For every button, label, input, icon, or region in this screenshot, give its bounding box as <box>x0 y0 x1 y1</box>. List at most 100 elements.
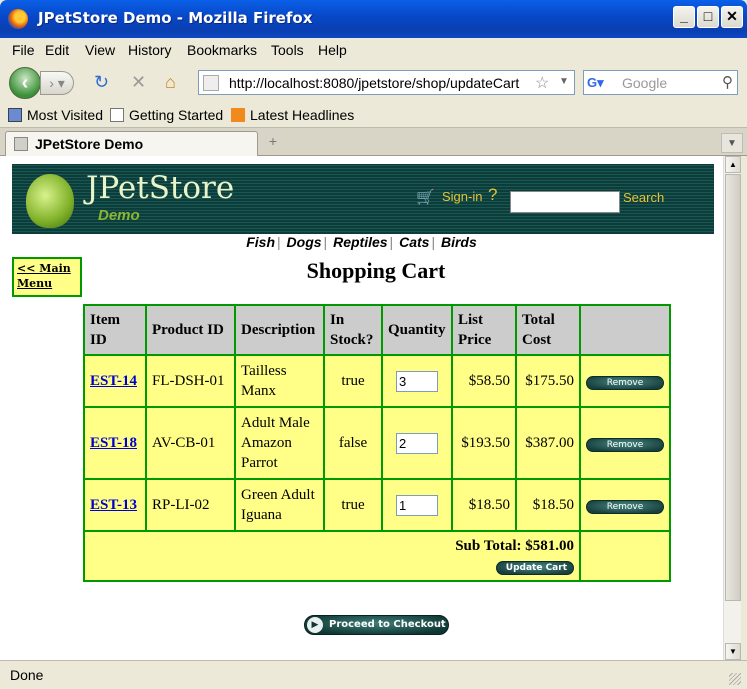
url-bar[interactable]: http://localhost:8080/jpetstore/shop/upd… <box>198 70 575 95</box>
play-arrow-icon: ▶ <box>307 617 323 633</box>
item-link[interactable]: EST-13 <box>90 497 137 513</box>
bookmark-latest-headlines[interactable]: Latest Headlines <box>231 107 354 123</box>
help-icon[interactable]: ? <box>488 185 497 205</box>
header-actions <box>579 304 671 356</box>
description: Green Adult Iguana <box>234 478 325 532</box>
header-product-id: Product ID <box>145 304 236 356</box>
store-header: JPetStore Demo 🛒 Sign-in ? Search <box>12 164 714 234</box>
page-content: JPetStore Demo 🛒 Sign-in ? Search Fish | … <box>0 156 723 660</box>
signin-link[interactable]: Sign-in <box>442 189 482 204</box>
tab-bar: JPetStore Demo + ▼ <box>0 128 747 156</box>
google-icon[interactable]: G▾ <box>587 75 605 91</box>
list-price: $193.50 <box>451 406 517 480</box>
header-quantity: Quantity <box>381 304 453 356</box>
total-cost: $18.50 <box>515 478 581 532</box>
total-cost: $387.00 <box>515 406 581 480</box>
list-price: $18.50 <box>451 478 517 532</box>
subtotal: Sub Total: $581.00 <box>455 538 574 554</box>
menu-help[interactable]: Help <box>318 42 347 58</box>
menu-bookmarks[interactable]: Bookmarks <box>187 42 257 58</box>
quantity-input[interactable] <box>396 370 438 392</box>
search-icon[interactable]: ⚲ <box>722 73 733 91</box>
bookmark-star-icon[interactable]: ☆ <box>535 73 549 93</box>
category-dogs[interactable]: Dogs <box>285 234 324 250</box>
category-nav: Fish | Dogs | Reptiles | Cats | Birds <box>244 234 479 250</box>
remove-button[interactable]: Remove <box>586 500 664 514</box>
remove-button[interactable]: Remove <box>586 376 664 390</box>
description: Adult Male Amazon Parrot <box>234 406 325 480</box>
product-id: RP-LI-02 <box>145 478 236 532</box>
header-description: Description <box>234 304 325 356</box>
home-icon[interactable]: ⌂ <box>165 72 176 92</box>
bookmark-most-visited[interactable]: Most Visited <box>8 107 103 123</box>
cart-header-row: Item ID Product ID Description In Stock?… <box>83 304 671 356</box>
update-cart-button[interactable]: Update Cart <box>496 561 574 575</box>
site-icon <box>203 75 219 91</box>
cart-icon[interactable]: 🛒 <box>416 188 435 206</box>
quantity-input[interactable] <box>396 432 438 454</box>
table-row: EST-18 AV-CB-01 Adult Male Amazon Parrot… <box>83 406 671 480</box>
bookmarks-toolbar: Most Visited Getting Started Latest Head… <box>0 102 747 128</box>
scroll-up-arrow-icon[interactable]: ▲ <box>725 156 741 173</box>
category-cats[interactable]: Cats <box>397 234 431 250</box>
subtotal-cell: Sub Total: $581.00 Update Cart <box>83 530 581 582</box>
tab-jpetstore[interactable]: JPetStore Demo <box>5 131 258 156</box>
header-list-price: List Price <box>451 304 517 356</box>
page-icon <box>110 108 124 122</box>
back-button[interactable]: ‹ <box>9 67 41 99</box>
checkout-label: Proceed to Checkout <box>329 619 446 630</box>
menu-view[interactable]: View <box>85 42 115 58</box>
category-birds[interactable]: Birds <box>439 234 479 250</box>
stop-icon[interactable]: ✕ <box>131 72 146 92</box>
reload-icon[interactable]: ↻ <box>94 72 109 92</box>
store-search-input[interactable] <box>510 191 620 213</box>
window-title: JPetStore Demo - Mozilla Firefox <box>38 9 313 27</box>
subtotal-row: Sub Total: $581.00 Update Cart <box>83 530 671 582</box>
firefox-icon <box>8 9 28 29</box>
in-stock: true <box>323 478 383 532</box>
rss-icon <box>231 108 245 122</box>
bookmark-getting-started[interactable]: Getting Started <box>110 107 223 123</box>
product-id: FL-DSH-01 <box>145 354 236 408</box>
forward-button[interactable]: › ▾ <box>40 71 74 95</box>
product-id: AV-CB-01 <box>145 406 236 480</box>
status-bar: Done <box>0 660 747 689</box>
proceed-to-checkout-button[interactable]: ▶ Proceed to Checkout <box>304 615 449 635</box>
category-reptiles[interactable]: Reptiles <box>331 234 389 250</box>
store-logo[interactable]: JPetStore <box>86 170 234 206</box>
tab-favicon <box>14 137 28 151</box>
window-title-bar: JPetStore Demo - Mozilla Firefox _ □ ✕ <box>0 0 747 38</box>
menu-edit[interactable]: Edit <box>45 42 69 58</box>
remove-button[interactable]: Remove <box>586 438 664 452</box>
url-dropdown-icon[interactable]: ▼ <box>559 76 569 87</box>
in-stock: false <box>323 406 383 480</box>
maximize-button[interactable]: □ <box>697 6 719 28</box>
header-in-stock: In Stock? <box>323 304 383 356</box>
resize-grip-icon[interactable] <box>729 673 741 685</box>
scroll-down-arrow-icon[interactable]: ▼ <box>725 643 741 660</box>
menu-history[interactable]: History <box>128 42 172 58</box>
table-row: EST-13 RP-LI-02 Green Adult Iguana true … <box>83 478 671 532</box>
item-link[interactable]: EST-14 <box>90 373 137 389</box>
vertical-scrollbar[interactable]: ▲ ▼ <box>723 156 741 660</box>
new-tab-button[interactable]: + <box>262 133 284 153</box>
header-total-cost: Total Cost <box>515 304 581 356</box>
item-link[interactable]: EST-18 <box>90 435 137 451</box>
minimize-button[interactable]: _ <box>673 6 695 28</box>
tab-list-button[interactable]: ▼ <box>721 133 743 153</box>
parrot-logo-icon <box>26 174 74 228</box>
menu-tools[interactable]: Tools <box>271 42 304 58</box>
store-logo-sub: Demo <box>98 207 140 224</box>
cart-table: Item ID Product ID Description In Stock?… <box>83 304 671 582</box>
search-bar[interactable]: G▾ Google ⚲ <box>583 70 738 95</box>
tab-title: JPetStore Demo <box>35 136 144 152</box>
quantity-input[interactable] <box>396 494 438 516</box>
category-fish[interactable]: Fish <box>244 234 277 250</box>
most-visited-icon <box>8 108 22 122</box>
scrollbar-thumb[interactable] <box>725 174 741 601</box>
navigation-toolbar: ‹ › ▾ ↻ ✕ ⌂ http://localhost:8080/jpetst… <box>0 62 747 102</box>
menu-file[interactable]: File <box>12 42 35 58</box>
store-search-button[interactable]: Search <box>623 190 664 205</box>
description: Tailless Manx <box>234 354 325 408</box>
close-button[interactable]: ✕ <box>721 6 743 28</box>
